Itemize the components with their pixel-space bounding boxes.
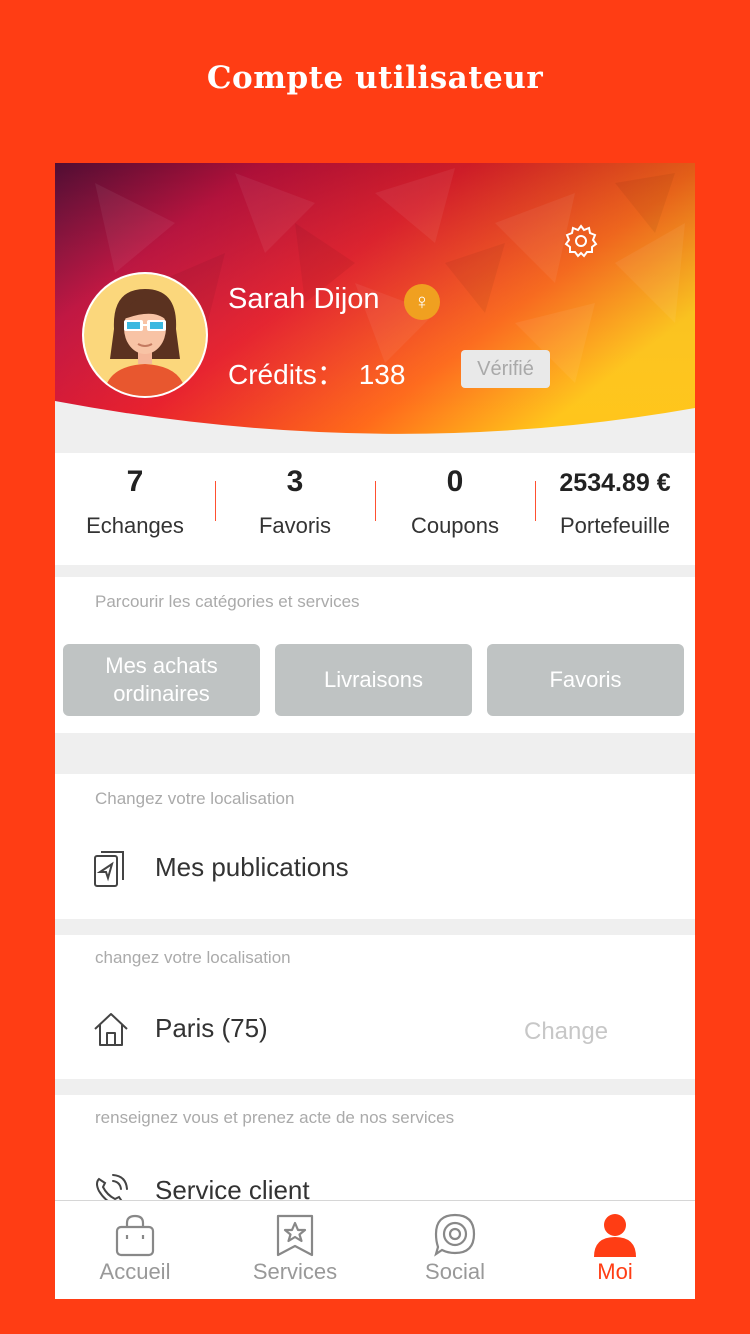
settings-button[interactable] [563, 223, 599, 259]
categories-hint: Parcourir les catégories et services [95, 592, 360, 611]
avatar[interactable] [84, 274, 206, 396]
star-bookmark-icon [276, 1214, 314, 1257]
stat-value: 2534.89 € [559, 469, 671, 497]
credits-value: 138 [358, 359, 406, 390]
stat-echanges[interactable]: 7 Echanges [55, 453, 215, 565]
tab-label: Services [252, 1259, 338, 1284]
change-location-button[interactable]: Change [524, 1018, 608, 1046]
stats-bar: 7 Echanges 3 Favoris 0 Coupons 2534.89 €… [55, 453, 695, 565]
stat-value: 0 [446, 465, 464, 498]
tab-label: Social [425, 1259, 485, 1284]
profile-header: Sarah Dijon ♀ Crédits： 138 Vérifié [55, 163, 695, 453]
stat-label: Portefeuille [559, 513, 671, 538]
category-button-favoris[interactable]: Favoris [487, 644, 684, 716]
stat-portefeuille[interactable]: 2534.89 € Portefeuille [535, 453, 695, 565]
publications-section[interactable]: Changez votre localisation Mes publicati… [55, 774, 695, 919]
location-hint: changez votre localisation [95, 948, 291, 967]
stat-favoris[interactable]: 3 Favoris [215, 453, 375, 565]
category-button-livraisons[interactable]: Livraisons [275, 644, 472, 716]
category-button-mes-achats[interactable]: Mes achats ordinaires [63, 644, 260, 716]
female-icon: ♀ [404, 284, 440, 320]
tab-label: Moi [597, 1259, 633, 1284]
tab-moi[interactable]: Moi [535, 1201, 695, 1299]
gear-icon [564, 224, 598, 258]
tab-label: Accueil [99, 1259, 171, 1284]
tab-services[interactable]: Services [215, 1201, 375, 1299]
user-icon [594, 1214, 636, 1257]
verified-badge: Vérifié [461, 350, 550, 388]
credits-label: Crédits： [228, 359, 345, 390]
page-title: Compte utilisateur [206, 60, 544, 96]
publications-hint: Changez votre localisation [95, 789, 295, 808]
shopping-bag-icon [115, 1214, 155, 1257]
categories-section: Parcourir les catégories et services Mes… [55, 577, 695, 733]
app-screen: Sarah Dijon ♀ Crédits： 138 Vérifié 7 Echa… [55, 163, 695, 1299]
stat-coupons[interactable]: 0 Coupons [375, 453, 535, 565]
avatar-illustration [84, 274, 206, 396]
stat-label: Echanges [86, 513, 184, 538]
tab-social[interactable]: Social [375, 1201, 535, 1299]
tab-accueil[interactable]: Accueil [55, 1201, 215, 1299]
tab-bar: Accueil Services Social Moi [55, 1200, 695, 1299]
document-send-icon [93, 850, 127, 888]
publications-label: Mes publications [155, 852, 349, 882]
stat-label: Favoris [258, 513, 332, 538]
stat-value: 3 [286, 465, 304, 498]
user-name: Sarah Dijon [228, 283, 380, 315]
stat-label: Coupons [410, 513, 500, 538]
service-hint: renseignez vous et prenez acte de nos se… [95, 1108, 455, 1127]
stat-value: 7 [126, 465, 144, 498]
location-section[interactable]: changez votre localisation Paris (75) Ch… [55, 935, 695, 1079]
target-chat-icon [434, 1213, 476, 1257]
location-label: Paris (75) [155, 1013, 268, 1043]
home-icon [93, 1011, 128, 1049]
credits: Crédits： 138 [228, 353, 405, 393]
